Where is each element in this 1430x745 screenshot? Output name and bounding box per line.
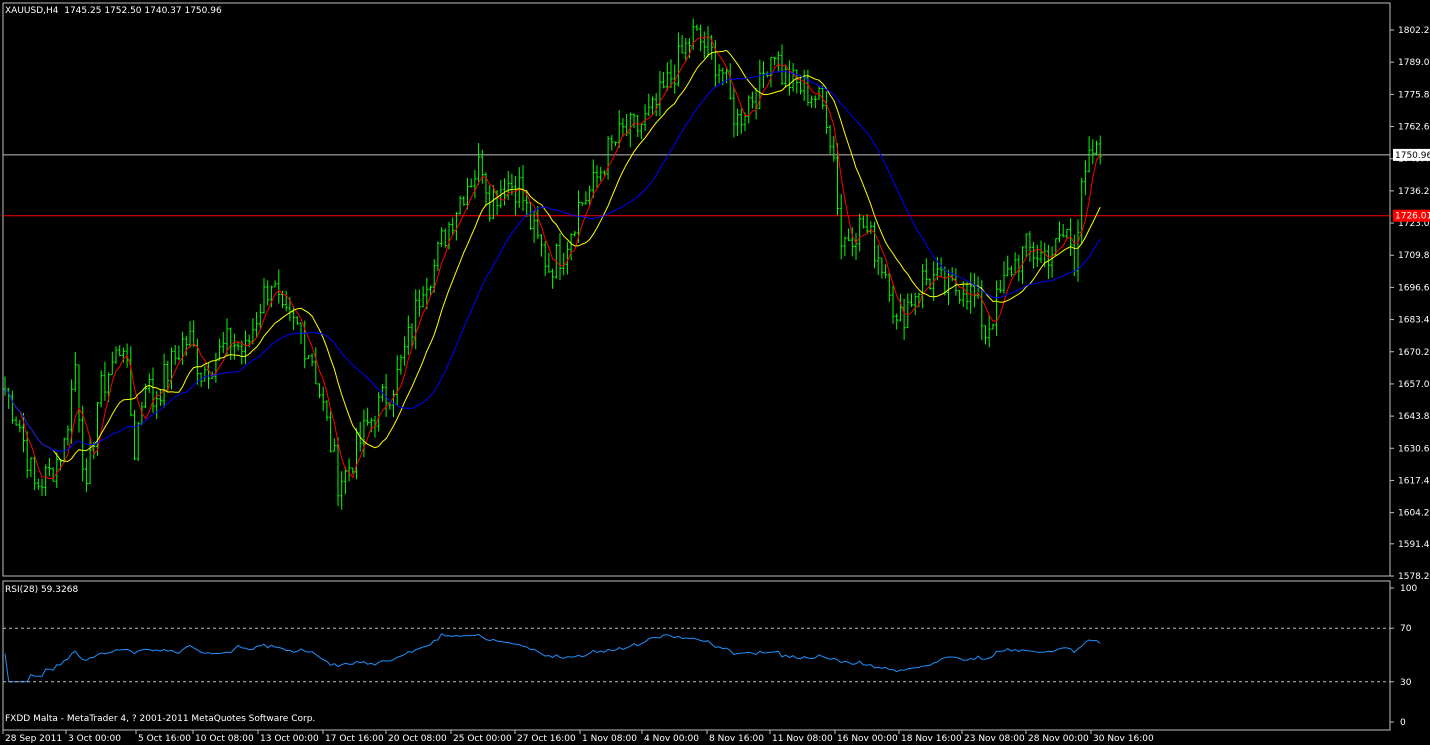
price-tick-label: 1643.80 [1398, 412, 1430, 422]
symbol-name: XAUUSD,H4 [5, 6, 59, 16]
price-tick-label: 1775.80 [1398, 90, 1430, 100]
rsi-series [4, 633, 1101, 683]
rsi-label: RSI(28) 59.3268 [5, 585, 79, 595]
moving-averages [4, 35, 1101, 480]
price-tick-label: 1709.80 [1398, 251, 1430, 261]
horizontal-lines [3, 154, 1390, 217]
time-tick-label: 3 Oct 00:00 [68, 734, 121, 744]
time-tick-label: 4 Nov 00:00 [644, 734, 699, 744]
price-tick-label: 1802.20 [1398, 26, 1430, 36]
price-tick-label: 1670.20 [1398, 348, 1430, 358]
price-tick-label: 1657.00 [1398, 380, 1430, 390]
hline-price-label: 1726.01 [1395, 212, 1430, 222]
rsi-tick-label: 0 [1400, 718, 1406, 728]
time-tick-label: 16 Nov 00:00 [837, 734, 898, 744]
price-tick-label: 1630.60 [1398, 444, 1430, 454]
time-tick-label: 30 Nov 16:00 [1093, 734, 1154, 744]
price-tick-label: 1578.20 [1398, 572, 1430, 582]
time-tick-label: 10 Oct 08:00 [195, 734, 254, 744]
price-tick-label: 1604.20 [1398, 509, 1430, 519]
main-frame [2, 2, 1391, 577]
rsi-tick-label: 30 [1400, 678, 1412, 688]
ma-medium-line [4, 49, 1101, 462]
rsi-line [4, 633, 1101, 683]
price-tick-label: 1736.20 [1398, 187, 1430, 197]
rsi-tick-label: 100 [1400, 584, 1417, 594]
rsi-tick-label: 70 [1400, 624, 1412, 634]
price-axis: 1802.201789.001775.801762.601749.401736.… [3, 26, 1430, 728]
ohlc-values: 1745.25 1752.50 1740.37 1750.96 [64, 6, 222, 16]
time-tick-label: 5 Oct 16:00 [138, 734, 191, 744]
time-tick-label: 13 Oct 00:00 [260, 734, 319, 744]
bid-price-label: 1750.96 [1395, 151, 1430, 161]
ma-slow-line [4, 70, 1101, 452]
time-axis: 28 Sep 2011 3 Oct 00:00 5 Oct 16:00 10 Oct … [2, 730, 1154, 744]
price-tick-label: 1696.60 [1398, 283, 1430, 293]
ma-fast-line [4, 35, 1101, 480]
time-tick-label: 17 Oct 16:00 [325, 734, 384, 744]
time-tick-label: 25 Oct 00:00 [453, 734, 512, 744]
time-tick-label: 23 Nov 08:00 [964, 734, 1025, 744]
symbol-header: XAUUSD,H4 1745.25 1752.50 1740.37 1750.9… [5, 6, 222, 17]
price-tick-label: 1762.60 [1398, 123, 1430, 133]
price-tick-label: 1789.00 [1398, 58, 1430, 68]
time-tick-label: 18 Nov 16:00 [901, 734, 962, 744]
rsi-frame [2, 580, 1391, 731]
chart-canvas: 1802.201789.001775.801762.601749.401736.… [2, 2, 1430, 744]
price-tick-label: 1591.40 [1398, 540, 1430, 550]
time-tick-label: 8 Nov 16:00 [709, 734, 764, 744]
candlestick-series [3, 18, 1102, 510]
time-tick-label: 11 Nov 08:00 [772, 734, 833, 744]
price-tick-label: 1617.40 [1398, 476, 1430, 486]
time-tick-label: 28 Nov 00:00 [1028, 734, 1089, 744]
copyright-text: FXDD Malta - MetaTrader 4, ? 2001-2011 M… [5, 714, 316, 724]
time-tick-label: 28 Sep 2011 [5, 734, 62, 744]
time-tick-label: 20 Oct 08:00 [388, 734, 447, 744]
time-tick-label: 27 Oct 16:00 [517, 734, 576, 744]
chart-frame [2, 2, 1391, 731]
price-tick-label: 1683.40 [1398, 316, 1430, 326]
time-tick-label: 1 Nov 08:00 [582, 734, 637, 744]
